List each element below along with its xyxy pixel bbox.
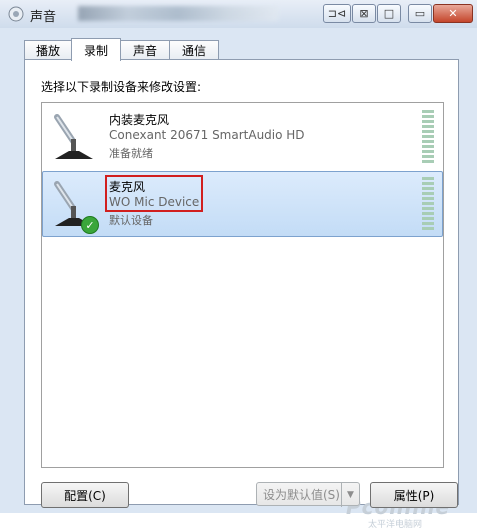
- device-status: 默认设备: [109, 214, 153, 227]
- maximize-button[interactable]: □: [377, 4, 401, 23]
- sound-dialog: 声音 ⊐⊲ ⊠ □ ▭ ✕ 播放 录制 声音 通信 选择以下录制设备来修改设置:…: [0, 0, 477, 530]
- tab-sounds[interactable]: 声音: [120, 40, 170, 60]
- blurred-title-region: [78, 6, 278, 21]
- tab-playback[interactable]: 播放: [24, 40, 72, 60]
- window-title: 声音: [30, 10, 57, 25]
- close-button[interactable]: ✕: [433, 4, 473, 23]
- microphone-icon: [54, 114, 93, 159]
- tab-communications[interactable]: 通信: [169, 40, 219, 60]
- minimize-button[interactable]: ▭: [408, 4, 432, 23]
- tab-recording[interactable]: 录制: [71, 38, 121, 61]
- level-meter: [422, 177, 434, 231]
- default-check-icon: ✓: [81, 216, 99, 234]
- chevron-down-icon[interactable]: ▼: [341, 483, 359, 507]
- device-description: WO Mic Device: [109, 195, 200, 209]
- device-name: 麦克风: [109, 180, 146, 194]
- instruction-text: 选择以下录制设备来修改设置:: [41, 80, 202, 94]
- set-default-label: 设为默认值(S): [263, 487, 340, 502]
- device-list[interactable]: 内装麦克风 Conexant 20671 SmartAudio HD 准备就绪 …: [41, 102, 449, 530]
- device-item-mic-selected[interactable]: ✓ 麦克风 WO Mic Device 默认设备: [42, 171, 443, 237]
- device-item-internal-mic[interactable]: 内装麦克风 Conexant 20671 SmartAudio HD 准备就绪: [43, 105, 442, 169]
- configure-button[interactable]: 配置(C): [41, 482, 129, 508]
- restore-icon-button[interactable]: ⊠: [352, 4, 376, 23]
- recording-panel: 选择以下录制设备来修改设置: 内装麦克风 Conexant 20671 Smar…: [24, 59, 459, 530]
- watermark-subtitle: 太平洋电脑网: [368, 520, 423, 530]
- device-description: Conexant 20671 SmartAudio HD: [109, 128, 305, 142]
- speaker-icon: [8, 6, 24, 22]
- title-bar[interactable]: 声音 ⊐⊲ ⊠ □ ▭ ✕: [0, 0, 477, 28]
- device-name: 内装麦克风: [109, 113, 170, 127]
- shrink-button[interactable]: ⊐⊲: [323, 4, 351, 23]
- set-default-button[interactable]: 设为默认值(S) ▼: [256, 482, 360, 507]
- device-status: 准备就绪: [109, 147, 153, 160]
- properties-button[interactable]: 属性(P): [370, 482, 458, 508]
- level-meter: [422, 110, 434, 164]
